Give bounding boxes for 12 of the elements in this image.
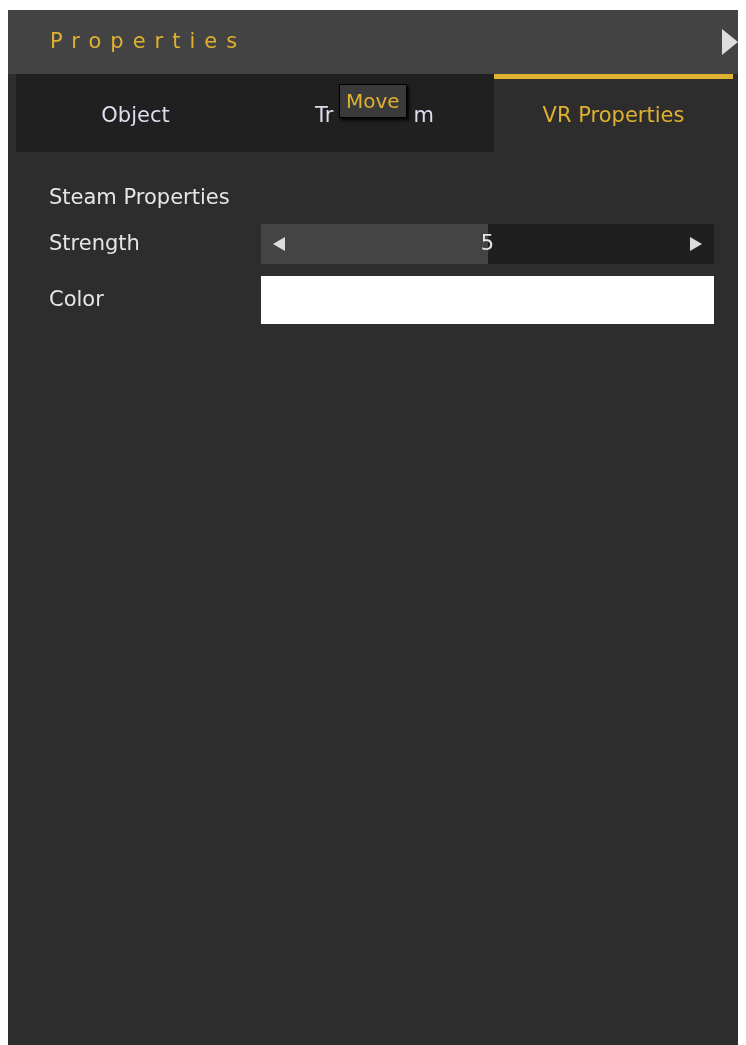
tab[interactable]: Object xyxy=(16,74,255,152)
slider-value: 5 xyxy=(480,229,495,257)
property-label: Color xyxy=(49,285,105,313)
panel-title: Properties xyxy=(50,28,247,56)
tooltip: Move xyxy=(339,84,407,118)
decrease-arrow-icon[interactable] xyxy=(273,236,285,251)
slider[interactable]: 5 xyxy=(261,223,714,264)
increase-arrow-icon[interactable] xyxy=(690,236,702,251)
expand-icon[interactable] xyxy=(722,29,738,55)
color-swatch[interactable] xyxy=(261,275,714,324)
section-title: Steam Properties xyxy=(49,184,231,211)
property-label: Strength xyxy=(49,229,141,257)
